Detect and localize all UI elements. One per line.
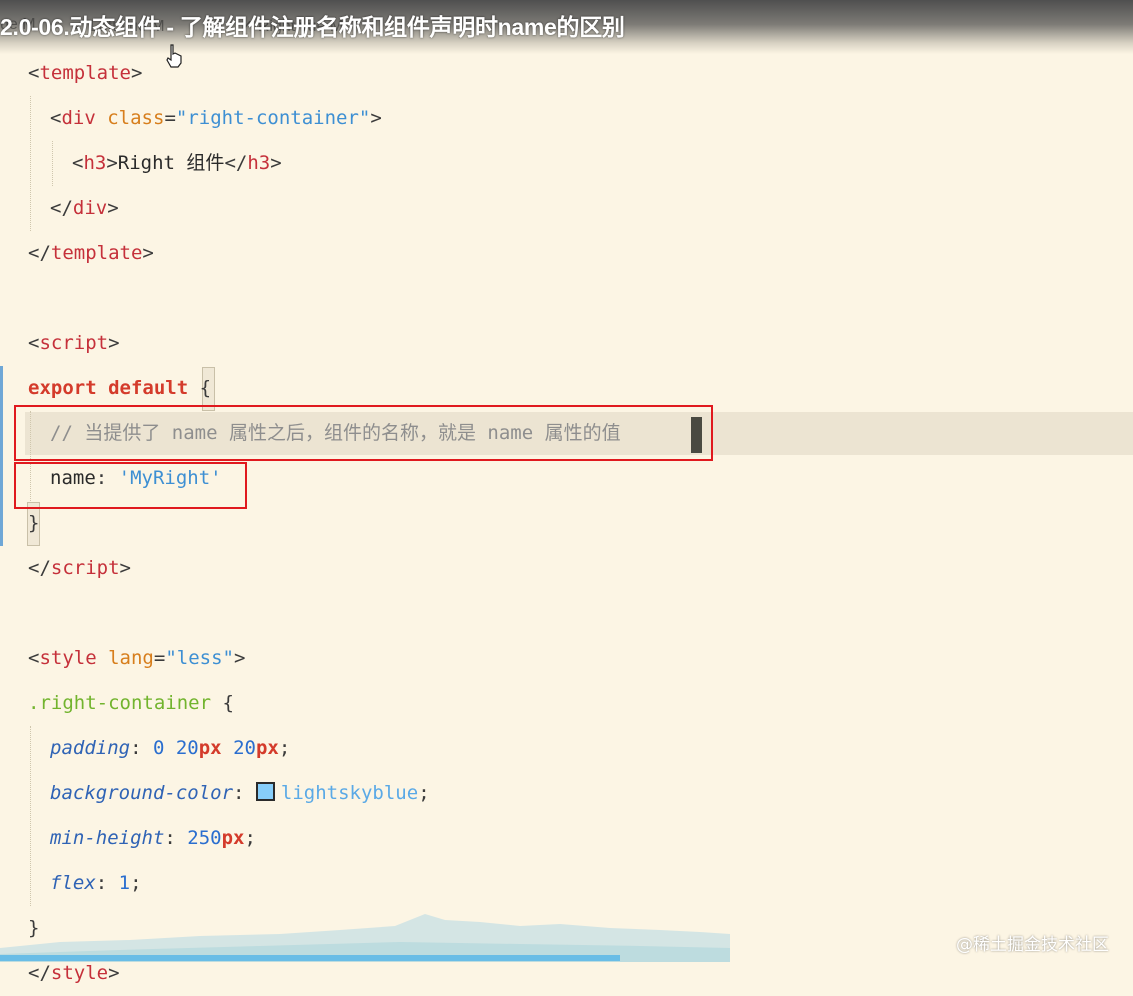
- indent-guide: [30, 726, 31, 906]
- video-title: 2.0-06.动态组件 - 了解组件注册名称和组件声明时name的区别: [0, 14, 625, 40]
- code-line-script-open: <script>: [28, 332, 120, 354]
- annotation-box-comment: [14, 405, 713, 461]
- indent-guide: [52, 141, 53, 186]
- git-change-gutter: [0, 366, 3, 546]
- code-line-template-open: <template>: [28, 62, 143, 84]
- code-line-padding: padding: 0 20px 20px;: [50, 737, 291, 759]
- code-line-background-color: background-color: lightskyblue;: [50, 782, 430, 804]
- landscape-decoration: [0, 914, 730, 962]
- code-line-div-open: <div class="right-container">: [50, 107, 382, 129]
- color-swatch-icon[interactable]: [255, 782, 275, 801]
- watermark: @稀土掘金技术社区: [956, 935, 1109, 955]
- code-line-div-close: </div>: [50, 197, 119, 219]
- code-line-template-close: </template>: [28, 242, 154, 264]
- code-line-min-height: min-height: 250px;: [50, 827, 256, 849]
- code-line-style-open: <style lang="less">: [28, 647, 246, 669]
- video-progress-bar[interactable]: [0, 955, 620, 961]
- indent-guide: [30, 96, 31, 231]
- code-line-h3: <h3>Right 组件</h3>: [72, 152, 282, 174]
- annotation-box-name: [14, 462, 247, 509]
- code-line-script-close: </script>: [28, 557, 131, 579]
- code-line-css-selector: .right-container {: [28, 692, 234, 714]
